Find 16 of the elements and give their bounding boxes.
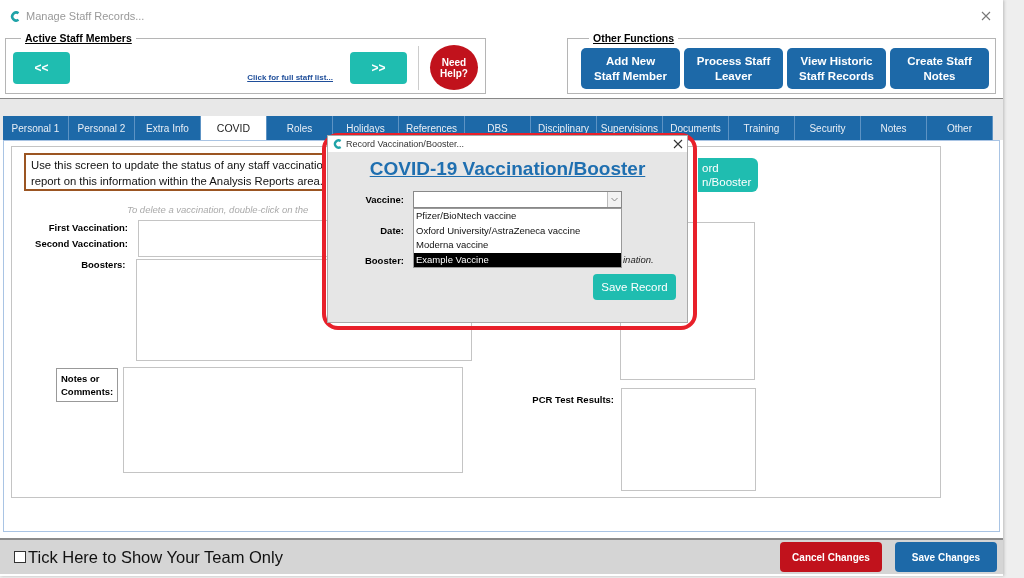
hint-text: To delete a vaccination, double-click on the: [127, 204, 310, 215]
hint-text: ination.: [623, 254, 654, 265]
field-label: Boosters:: [80, 259, 126, 272]
section-legend: Active Staff Members: [21, 32, 136, 44]
field-label: Booster:: [364, 255, 404, 266]
field-label: Second Vaccination:: [35, 238, 128, 249]
field-label: Date:: [380, 225, 404, 236]
window-title: Manage Staff Records...: [26, 10, 145, 22]
field-label: First Vaccination:: [48, 222, 128, 233]
section-legend: Other Functions: [589, 32, 679, 44]
notes-label: Notes or Comments:: [56, 368, 118, 402]
dialog-heading: COVID-19 Vaccination/Booster: [369, 158, 646, 180]
dialog-title: Record Vaccination/Booster...: [346, 139, 464, 149]
field-label: Vaccine:: [365, 194, 404, 205]
field-label: PCR Test Results:: [531, 394, 614, 407]
info-box: Use this screen to update the status of any staff vaccinatio report on this information within the Analysis Reports area.: [24, 153, 324, 191]
